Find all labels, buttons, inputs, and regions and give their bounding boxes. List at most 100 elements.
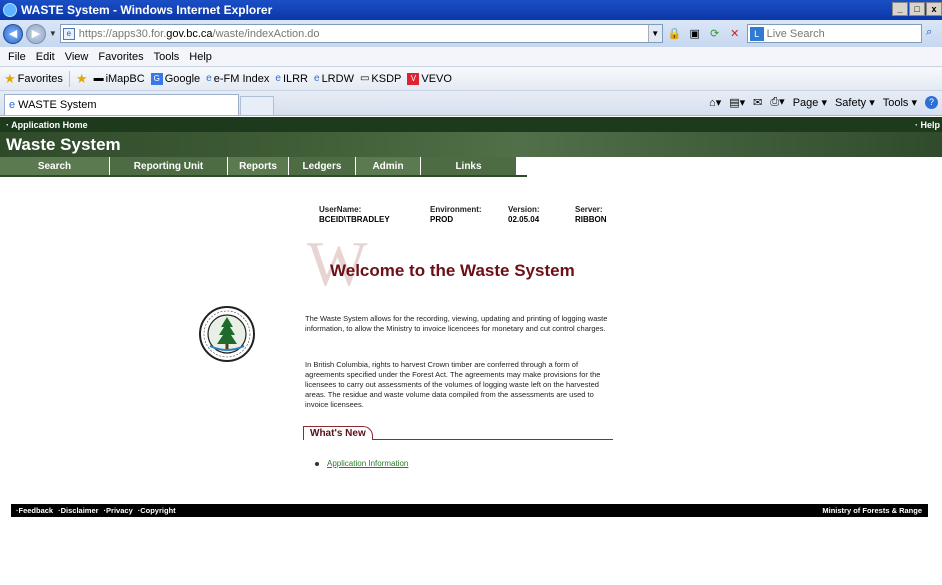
fav-imapbc[interactable]: ▬ iMapBC [94,73,145,85]
username-label: UserName: [319,205,362,214]
version-value: 02.05.04 [508,215,540,224]
menu-edit[interactable]: Edit [36,51,55,63]
address-bar[interactable]: e https://apps30.for. gov.bc.ca/waste/ind… [59,24,663,43]
search-icon[interactable]: ⌕ [926,26,942,42]
environment-label: Environment: [430,205,482,214]
forward-button[interactable]: ▶ [25,23,46,44]
address-row: ◀ ▶ ▼ e https://apps30.for. gov.bc.ca/was… [0,20,942,47]
tools-menu[interactable]: Tools ▾ [883,96,917,109]
home-icon[interactable]: ⌂▾ [709,96,721,109]
whats-new-tab: What's New [303,426,373,440]
safety-menu-label: Safety [834,96,867,109]
favorites-button[interactable]: ★ Favorites [4,71,63,87]
ministry-name: Ministry of Forests & Range [822,506,922,515]
nav-reporting-unit[interactable]: Reporting Unit [110,157,228,175]
fav-vevo-label: VEVO [421,72,452,85]
fav-efm-index[interactable]: e e-FM Index [206,73,269,85]
tools-menu-label: Tools [882,96,909,109]
username-value: BCEID\TBRADLEY [319,215,390,224]
command-bar: ⌂▾ ▤▾ ✉ ⎙▾ Page ▾ Safety ▾ Tools ▾ ? [709,95,938,109]
menu-file[interactable]: File [8,51,26,63]
page-icon: e [62,27,75,40]
ie-page-icon: e [314,73,320,84]
nav-admin[interactable]: Admin [356,157,421,175]
list-item: Application Information [315,459,408,468]
version-label: Version: [508,205,540,214]
safety-menu[interactable]: Safety ▾ [835,96,875,109]
fav-ksdp[interactable]: ▭ KSDP [360,73,401,85]
environment-value: PROD [430,215,454,224]
feeds-icon[interactable]: ▤▾ [729,96,745,109]
menu-help[interactable]: Help [189,51,212,63]
mail-icon[interactable]: ✉ [753,96,762,109]
fav-vevo[interactable]: V VEVO [407,72,452,85]
add-favorite-icon[interactable]: ★ [76,71,88,87]
nav-links[interactable]: Links [421,157,517,175]
close-button[interactable]: x [926,2,942,16]
nav-reports[interactable]: Reports [228,157,289,175]
app-title: Waste System [6,134,121,154]
window-title-bar: WASTE System - Windows Internet Explorer… [0,0,942,20]
forest-service-emblem-icon [199,306,255,362]
ie-page-icon: e [206,73,212,84]
favorites-star-icon: ★ [4,70,16,86]
server-label: Server: [575,205,603,214]
back-button[interactable]: ◀ [3,23,23,44]
main-nav: Search Reporting Unit Reports Ledgers Ad… [0,157,942,177]
compatibility-icon[interactable]: ▣ [687,26,703,42]
fav-efm-label: e-FM Index [213,72,270,85]
fav-ilrr[interactable]: e ILRR [275,73,308,85]
fav-google[interactable]: G Google [150,72,200,85]
nav-ledgers[interactable]: Ledgers [289,157,356,175]
window-controls: _ □ x [892,2,942,16]
print-icon[interactable]: ⎙▾ [770,95,784,109]
menu-view[interactable]: View [65,51,89,63]
server-value: RIBBON [575,215,607,224]
menu-tools[interactable]: Tools [154,51,180,63]
bullet-icon [315,461,319,466]
menu-bar: File Edit View Favorites Tools Help [0,47,942,67]
footer-bar: ·Feedback ·Disclaimer ·Privacy ·Copyrigh… [11,504,928,517]
url-prefix: https://apps30.for. [78,27,167,40]
application-home-link[interactable]: · Application Home [6,120,88,130]
copyright-link[interactable]: ·Copyright [138,506,176,515]
ksdp-icon: ▭ [359,73,370,84]
nav-underline [0,175,527,177]
page-menu[interactable]: Page ▾ [793,96,827,109]
disclaimer-link[interactable]: ·Disclaimer [58,506,98,515]
privacy-link[interactable]: ·Privacy [104,506,133,515]
server-info: Server: RIBBON [575,205,607,225]
maximize-button[interactable]: □ [909,2,925,16]
nav-search[interactable]: Search [0,157,110,175]
whats-new-section: What's New [303,426,613,442]
menu-favorites[interactable]: Favorites [98,51,143,63]
window-title: WASTE System - Windows Internet Explorer [21,3,273,17]
version-info: Version: 02.05.04 [508,205,540,225]
welcome-heading: Welcome to the Waste System [330,261,575,280]
refresh-icon[interactable]: ⟳ [707,26,723,42]
history-dropdown-icon[interactable]: ▼ [49,29,57,38]
lock-icon[interactable]: 🔒 [667,26,683,42]
fav-ilrr-label: ILRR [282,72,308,85]
stop-icon[interactable]: ✕ [727,26,743,42]
intro-paragraph: The Waste System allows for the recordin… [305,314,608,333]
help-link[interactable]: · Help [915,120,940,130]
imapbc-icon: ▬ [93,73,104,84]
fav-lrdw[interactable]: e LRDW [314,73,354,85]
application-information-link[interactable]: Application Information [327,459,408,468]
address-icons: 🔒 ▣ ⟳ ✕ [667,26,743,42]
address-dropdown-icon[interactable]: ▼ [647,25,662,42]
ie-logo-icon [3,3,17,17]
app-banner: Waste System [0,132,942,157]
vevo-icon: V [407,72,420,85]
ie-page-icon: e [275,73,281,84]
help-icon[interactable]: ? [925,95,938,109]
new-tab-button[interactable] [240,96,274,115]
live-search-input[interactable]: L Live Search [746,24,923,43]
fav-imapbc-label: iMapBC [105,72,145,85]
application-home-bar: · Application Home · Help [0,117,942,132]
minimize-button[interactable]: _ [892,2,908,16]
feedback-link[interactable]: ·Feedback [16,506,53,515]
favorites-bar: ★ Favorites ★ ▬ iMapBC G Google e e-FM I… [0,67,942,91]
tab-waste-system[interactable]: e WASTE System [4,94,239,115]
